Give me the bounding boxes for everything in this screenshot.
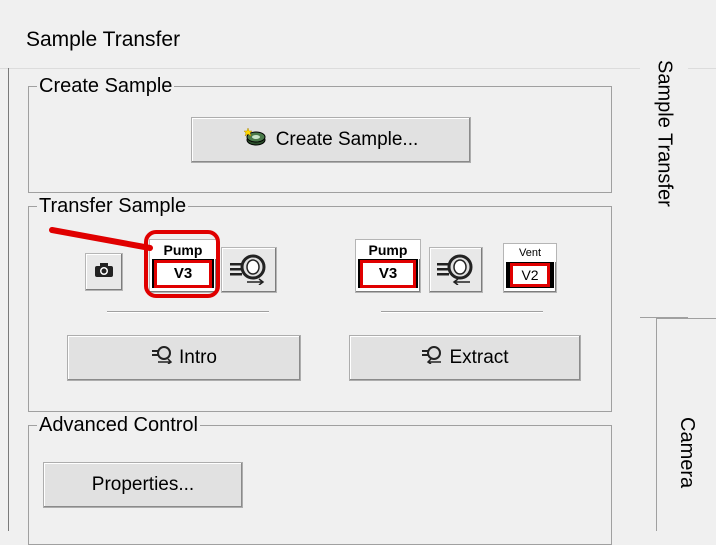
- valve-v2-label: V2: [510, 263, 550, 287]
- create-sample-icon: [243, 127, 270, 153]
- divider-left: [107, 311, 269, 313]
- properties-button-label: Properties...: [91, 474, 195, 495]
- panel-title: Sample Transfer: [26, 28, 181, 51]
- advanced-control-group: Advanced Control Properties...: [28, 413, 612, 545]
- intro-icon: [151, 346, 173, 370]
- create-sample-group-label: Create Sample: [37, 74, 175, 98]
- tab-sample-transfer[interactable]: Sample Transfer: [640, 56, 688, 318]
- annotation-highlight-box: [144, 230, 220, 298]
- create-sample-button-label: Create Sample...: [275, 129, 419, 150]
- transfer-forward-icon: [229, 251, 269, 290]
- vent-label: Vent: [504, 244, 556, 262]
- extract-button-label: Extract: [449, 347, 509, 368]
- transfer-back-icon: [436, 251, 476, 290]
- panel-left-border: [8, 68, 9, 531]
- transfer-back-button[interactable]: [429, 247, 483, 293]
- transfer-sample-group: Transfer Sample Pump V3 Pump V3 Vent V2 …: [28, 194, 612, 412]
- pump-label-right: Pump: [356, 240, 420, 259]
- pump-v3-button-right[interactable]: Pump V3: [355, 239, 421, 293]
- properties-button[interactable]: Properties...: [43, 462, 243, 508]
- divider-right: [381, 311, 543, 313]
- camera-button[interactable]: [85, 253, 123, 291]
- intro-button[interactable]: Intro: [67, 335, 301, 381]
- tab-camera[interactable]: Camera: [656, 318, 716, 531]
- tab-sample-transfer-label: Sample Transfer: [653, 60, 676, 207]
- valve-v3-label-right: V3: [360, 259, 416, 288]
- camera-icon: [93, 261, 115, 284]
- transfer-forward-button[interactable]: [221, 247, 277, 293]
- vent-v2-button[interactable]: Vent V2: [503, 243, 557, 293]
- valve-v2-indicator: V2: [506, 262, 554, 288]
- create-sample-group: Create Sample Create Sample...: [28, 74, 612, 193]
- advanced-control-group-label: Advanced Control: [37, 413, 200, 437]
- panel-header: Sample Transfer: [0, 0, 716, 69]
- intro-button-label: Intro: [178, 347, 218, 368]
- tab-camera-label: Camera: [676, 417, 698, 489]
- create-sample-button[interactable]: Create Sample...: [191, 117, 471, 163]
- extract-button[interactable]: Extract: [349, 335, 581, 381]
- valve-v3-indicator-right: V3: [358, 259, 418, 288]
- transfer-sample-group-label: Transfer Sample: [37, 194, 189, 218]
- extract-icon: [421, 346, 443, 370]
